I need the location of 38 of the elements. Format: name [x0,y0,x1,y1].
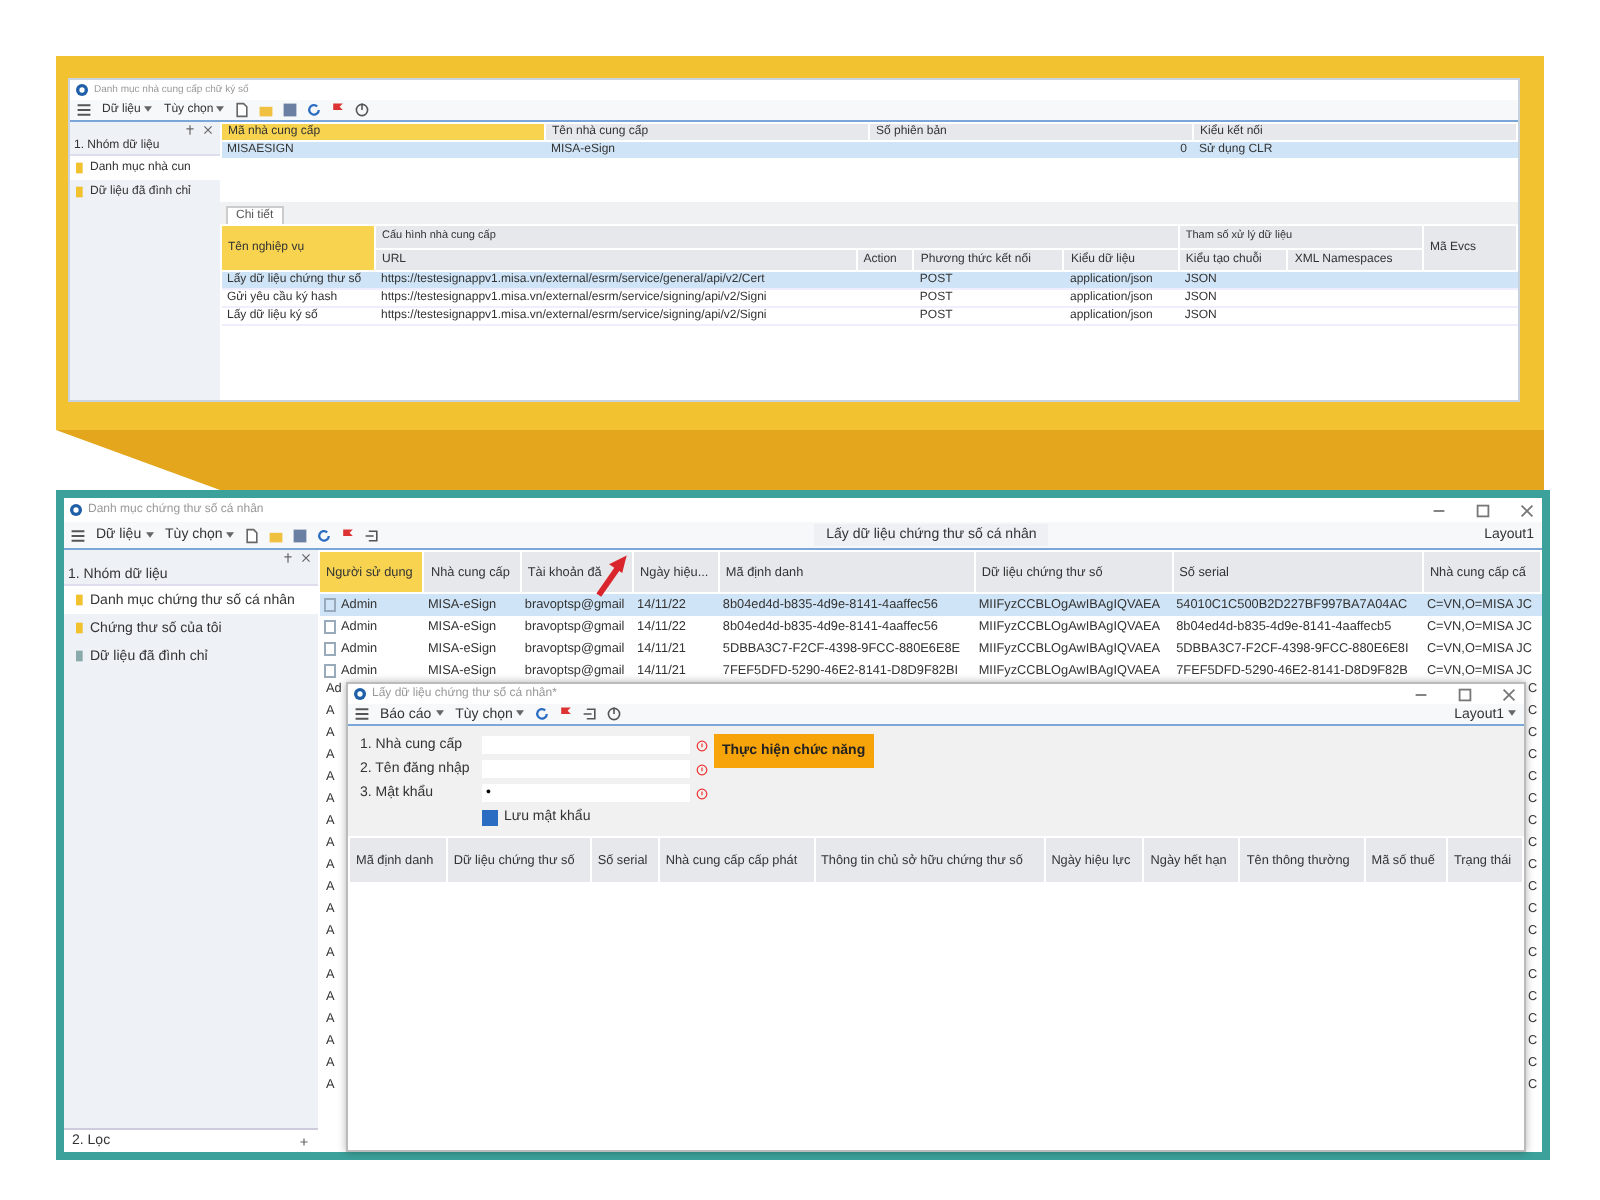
refresh-icon[interactable] [316,527,333,543]
close-icon[interactable] [1500,685,1518,703]
app-logo-icon [70,504,82,516]
caret-icon [435,710,444,717]
add-icon[interactable] [298,1135,310,1147]
pin-icon[interactable] [282,552,294,564]
maximize-icon[interactable] [1474,501,1492,519]
new-document-icon[interactable] [244,527,261,543]
menu-icon[interactable] [70,527,86,543]
maximize-icon[interactable] [1456,685,1474,703]
caret-icon [145,531,154,538]
save-icon[interactable] [292,527,309,543]
menu-icon[interactable] [354,706,370,722]
close-icon[interactable] [202,124,214,136]
exit-icon[interactable] [582,706,599,722]
menu-icon[interactable] [76,102,92,118]
app-logo-icon [354,688,366,700]
refresh-icon[interactable] [306,102,323,118]
app-logo-icon [76,84,88,96]
required-icon [696,739,708,751]
caret-icon [216,105,225,112]
caret-icon [1508,710,1516,717]
save-icon[interactable] [282,102,299,118]
close-icon[interactable] [300,552,312,564]
refresh-icon[interactable] [534,706,551,722]
exit-icon[interactable] [364,527,381,543]
required-icon [696,787,708,799]
caret-icon [144,105,153,112]
document-icon [76,648,84,664]
required-icon [696,763,708,775]
close-icon[interactable] [1518,501,1536,519]
power-icon[interactable] [354,102,371,118]
caret-icon [226,531,235,538]
checkbox[interactable] [482,809,498,825]
caret-icon [516,710,525,717]
power-icon[interactable] [606,706,623,722]
pin-icon[interactable] [184,124,196,136]
new-document-icon[interactable] [234,102,251,118]
